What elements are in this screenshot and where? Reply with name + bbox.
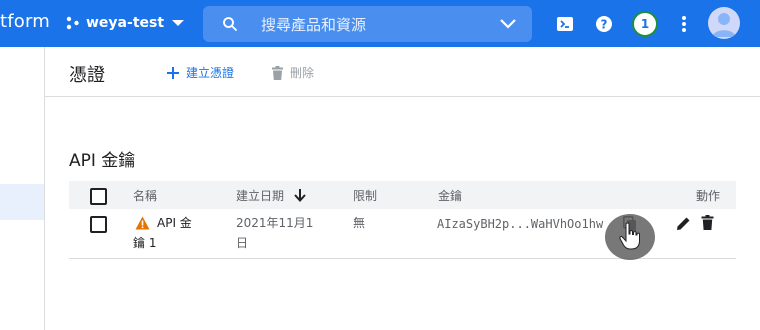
created-date-line1: 2021年11月1 — [236, 216, 314, 230]
column-header-restriction[interactable]: 限制 — [353, 187, 377, 204]
row-checkbox[interactable] — [90, 216, 107, 233]
brand-title[interactable]: tform — [0, 11, 50, 32]
edit-icon[interactable] — [676, 216, 691, 231]
search-icon — [223, 17, 237, 31]
help-icon: ? — [596, 16, 612, 32]
add-icon — [167, 66, 179, 79]
cloud-shell-button[interactable] — [553, 12, 577, 36]
notifications-badge[interactable]: 1 — [632, 11, 658, 37]
create-credentials-label: 建立憑證 — [186, 66, 235, 80]
column-header-created-label: 建立日期 — [236, 189, 285, 203]
project-selector[interactable]: weya-test — [66, 8, 185, 38]
project-dots-icon — [66, 16, 79, 30]
more-vert-icon — [682, 16, 686, 32]
chevron-down-icon[interactable] — [499, 17, 517, 31]
help-button[interactable]: ? — [592, 12, 616, 36]
search-bar[interactable] — [203, 6, 532, 42]
action-bar: 憑證 建立憑證 刪除 — [45, 47, 760, 97]
hand-pointer-icon — [619, 222, 640, 250]
section-title: API 金鑰 — [69, 151, 136, 171]
more-options-button[interactable] — [672, 12, 696, 36]
column-header-name[interactable]: 名稱 — [133, 187, 157, 204]
click-ripple — [605, 214, 655, 260]
create-credentials-button[interactable]: 建立憑證 — [166, 64, 234, 81]
warning-icon — [135, 216, 150, 230]
delete-label: 刪除 — [290, 66, 315, 80]
key-name-line2[interactable]: 鑰 1 — [133, 233, 156, 253]
nav-item-selected[interactable] — [0, 184, 44, 220]
delete-icon[interactable] — [701, 215, 714, 230]
api-key-value: AIzaSyBH2p...WaHVhOo1hw — [437, 217, 604, 231]
delete-button[interactable]: 刪除 — [271, 64, 314, 81]
arrow-down-icon — [294, 189, 306, 202]
svg-text:?: ? — [601, 18, 608, 32]
page-title: 憑證 — [69, 65, 105, 86]
column-header-actions: 動作 — [696, 189, 721, 203]
cloud-shell-icon — [557, 17, 573, 31]
top-app-bar: tform weya-test ? 1 — [0, 0, 760, 47]
table-header: 名稱 建立日期 限制 金鑰 動作 — [69, 181, 736, 209]
column-header-created[interactable]: 建立日期 — [236, 187, 306, 204]
restriction-value: 無 — [353, 216, 366, 230]
dropdown-caret-icon — [172, 20, 185, 26]
select-all-checkbox[interactable] — [90, 188, 107, 205]
trash-icon — [272, 65, 283, 80]
avatar-icon — [712, 13, 736, 37]
avatar[interactable] — [708, 7, 740, 39]
key-name-line1[interactable]: API 金 — [157, 213, 192, 233]
column-header-key[interactable]: 金鑰 — [438, 187, 462, 204]
left-navigation — [0, 47, 45, 330]
search-input[interactable] — [259, 12, 483, 38]
project-name: weya-test — [86, 15, 165, 31]
created-date-line2: 日 — [236, 236, 249, 250]
